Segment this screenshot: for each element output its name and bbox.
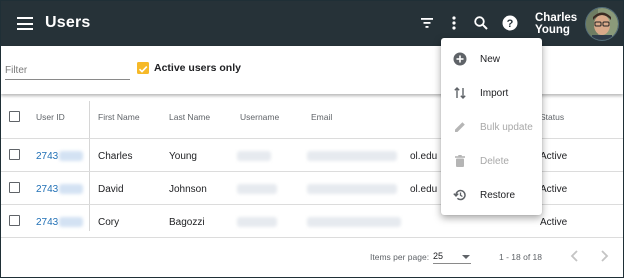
redacted-email — [307, 184, 397, 194]
email-suffix: ol.edu — [410, 151, 438, 162]
redacted-username — [237, 184, 277, 194]
menu-item-label: Import — [480, 88, 509, 99]
column-divider — [89, 101, 90, 231]
user-id-link[interactable]: 2743 — [36, 217, 58, 228]
last-name-cell: Johnson — [169, 184, 207, 195]
import-arrows-icon — [454, 87, 466, 99]
filter-icon[interactable] — [418, 14, 436, 32]
redacted-user-id — [59, 151, 83, 161]
menu-item-delete[interactable]: Delete — [441, 145, 542, 179]
add-circle-icon — [453, 52, 467, 66]
svg-text:?: ? — [507, 18, 514, 30]
menu-item-restore[interactable]: Restore — [441, 179, 542, 213]
menu-icon[interactable] — [17, 17, 33, 30]
first-name-cell: Charles — [98, 151, 133, 162]
header-email[interactable]: Email — [311, 112, 332, 122]
status-cell: Active — [540, 217, 568, 228]
active-users-checkbox[interactable] — [137, 62, 149, 74]
dropdown-arrow-icon — [462, 255, 470, 259]
menu-item-import[interactable]: Import — [441, 77, 542, 111]
page-range-label: 1 - 18 of 18 — [499, 252, 543, 262]
menu-item-new[interactable]: New — [441, 43, 542, 77]
trash-icon — [455, 155, 465, 167]
items-per-page-select[interactable]: 25 — [433, 249, 471, 264]
avatar[interactable] — [585, 7, 619, 41]
previous-page-icon[interactable] — [567, 248, 583, 264]
user-id-link[interactable]: 2743 — [36, 184, 58, 195]
redacted-email — [307, 151, 397, 161]
select-all-checkbox[interactable] — [9, 111, 20, 122]
app-window: Users ? Charles Young Filter Active user… — [0, 0, 624, 278]
filter-input[interactable] — [5, 61, 130, 80]
redacted-user-id — [59, 217, 83, 227]
redacted-user-id — [59, 184, 83, 194]
redacted-username — [237, 217, 277, 227]
user-first-name: Charles — [535, 12, 578, 24]
header-user-id[interactable]: User ID — [36, 112, 65, 122]
status-cell: Active — [540, 184, 568, 195]
redacted-username — [237, 151, 271, 161]
user-id-link[interactable]: 2743 — [36, 151, 58, 162]
first-name-cell: David — [98, 184, 124, 195]
menu-item-bulk-update[interactable]: Bulk update — [441, 111, 542, 145]
row-checkbox[interactable] — [9, 149, 20, 160]
first-name-cell: Cory — [98, 217, 120, 228]
items-per-page-label: Items per page: — [370, 252, 430, 262]
redacted-email — [307, 217, 401, 227]
help-icon[interactable]: ? — [501, 14, 519, 32]
pencil-icon — [455, 122, 465, 132]
menu-item-label: New — [480, 54, 501, 65]
search-icon[interactable] — [472, 14, 490, 32]
more-vert-icon[interactable] — [445, 14, 463, 32]
header-status[interactable]: Status — [540, 112, 564, 122]
status-cell: Active — [540, 151, 568, 162]
page-title: Users — [45, 14, 91, 31]
row-checkbox[interactable] — [9, 215, 20, 226]
header-last-name[interactable]: Last Name — [169, 112, 210, 122]
row-checkbox[interactable] — [9, 182, 20, 193]
active-users-label[interactable]: Active users only — [154, 62, 241, 74]
restore-icon — [453, 189, 466, 201]
menu-item-label: Delete — [480, 156, 509, 167]
menu-item-label: Restore — [480, 190, 516, 201]
user-last-name: Young — [535, 24, 570, 36]
actions-menu: New Import Bulk update Delete Restore — [441, 38, 542, 215]
last-name-cell: Bagozzi — [169, 217, 205, 228]
email-suffix: ol.edu — [410, 184, 438, 195]
last-name-cell: Young — [169, 151, 197, 162]
pagination-bar: Items per page: 25 1 - 18 of 18 — [1, 238, 623, 277]
next-page-icon[interactable] — [596, 248, 612, 264]
user-name[interactable]: Charles Young — [535, 12, 577, 36]
items-per-page-value: 25 — [433, 251, 444, 261]
header-username[interactable]: Username — [240, 112, 279, 122]
menu-item-label: Bulk update — [480, 122, 533, 133]
header-first-name[interactable]: First Name — [98, 112, 140, 122]
